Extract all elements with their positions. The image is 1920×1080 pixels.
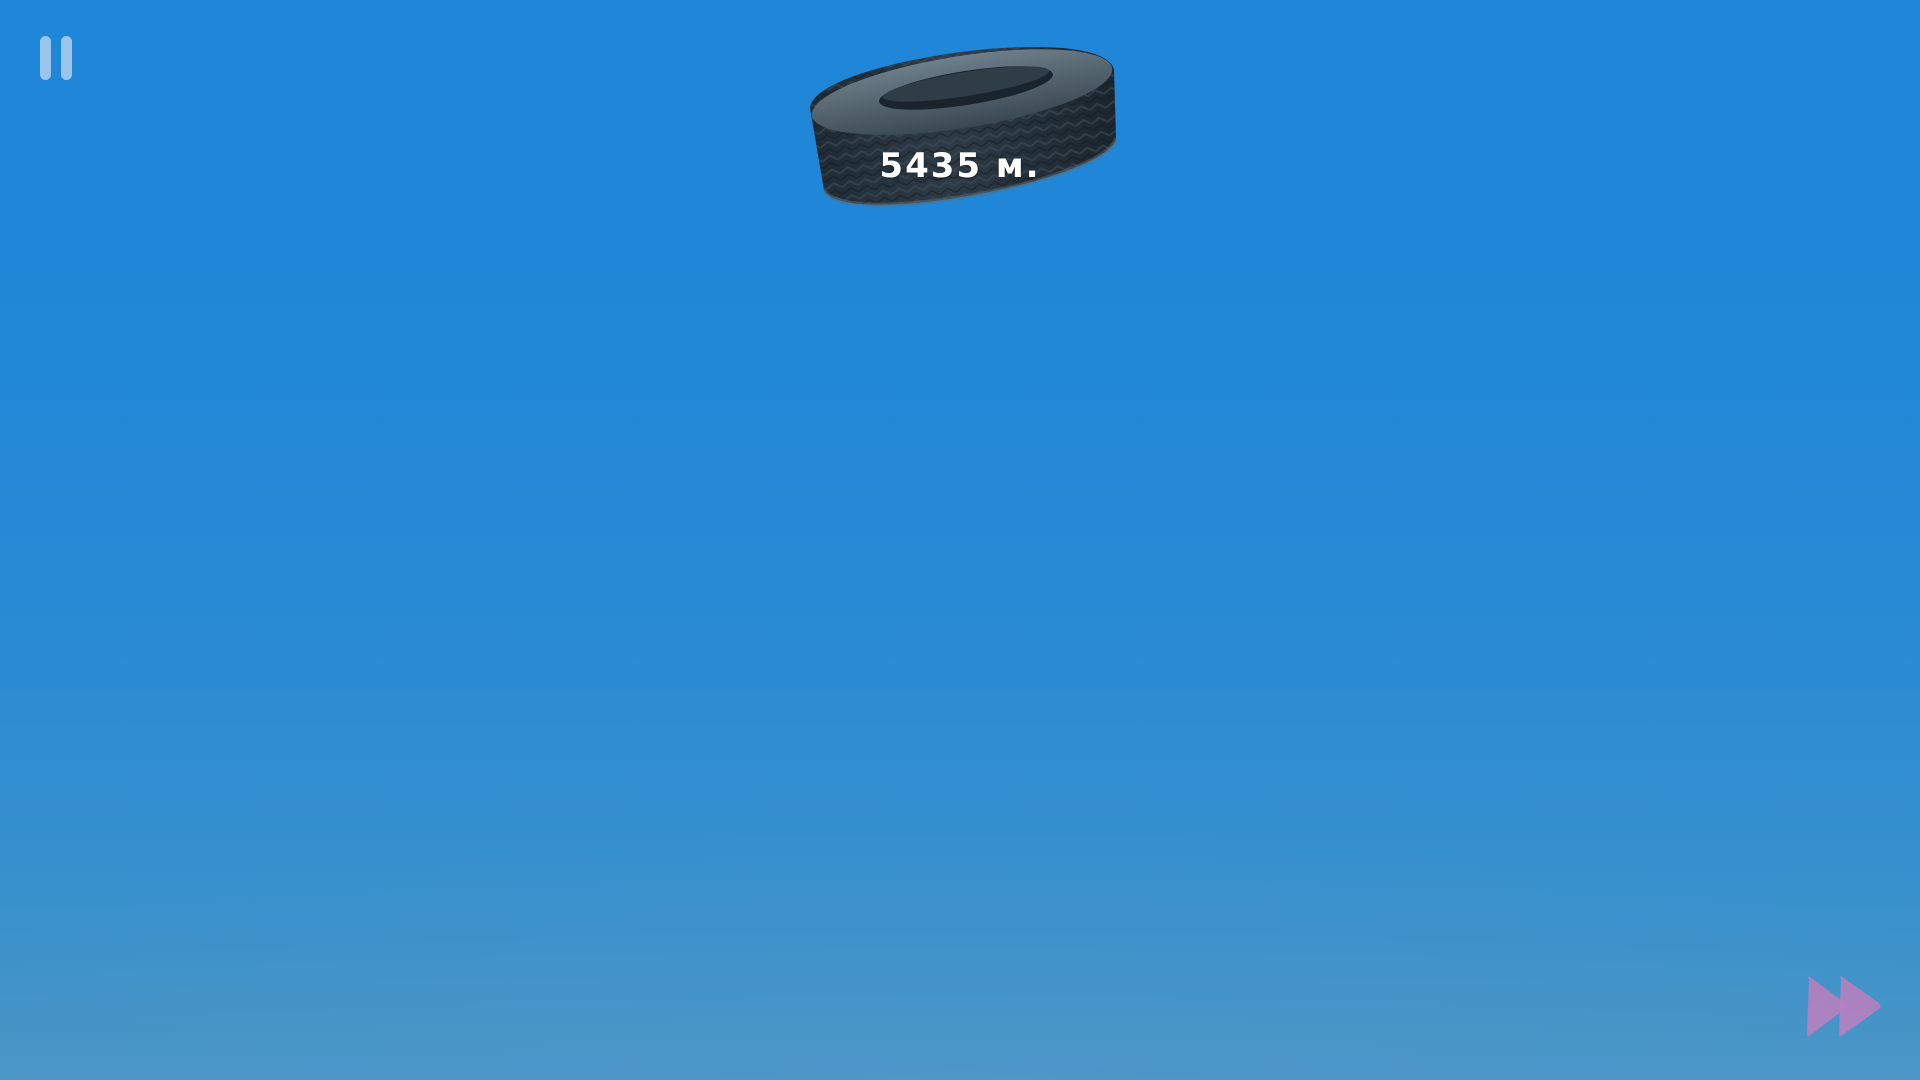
distance-counter: 5435 м. xyxy=(879,146,1041,186)
tire-icon xyxy=(810,46,1118,207)
skip-button[interactable] xyxy=(1805,975,1885,1037)
fast-forward-icon xyxy=(1807,976,1881,1037)
pause-button[interactable] xyxy=(36,34,80,82)
tire xyxy=(804,30,1124,240)
game-scene: 5435 м. xyxy=(0,0,1920,1080)
